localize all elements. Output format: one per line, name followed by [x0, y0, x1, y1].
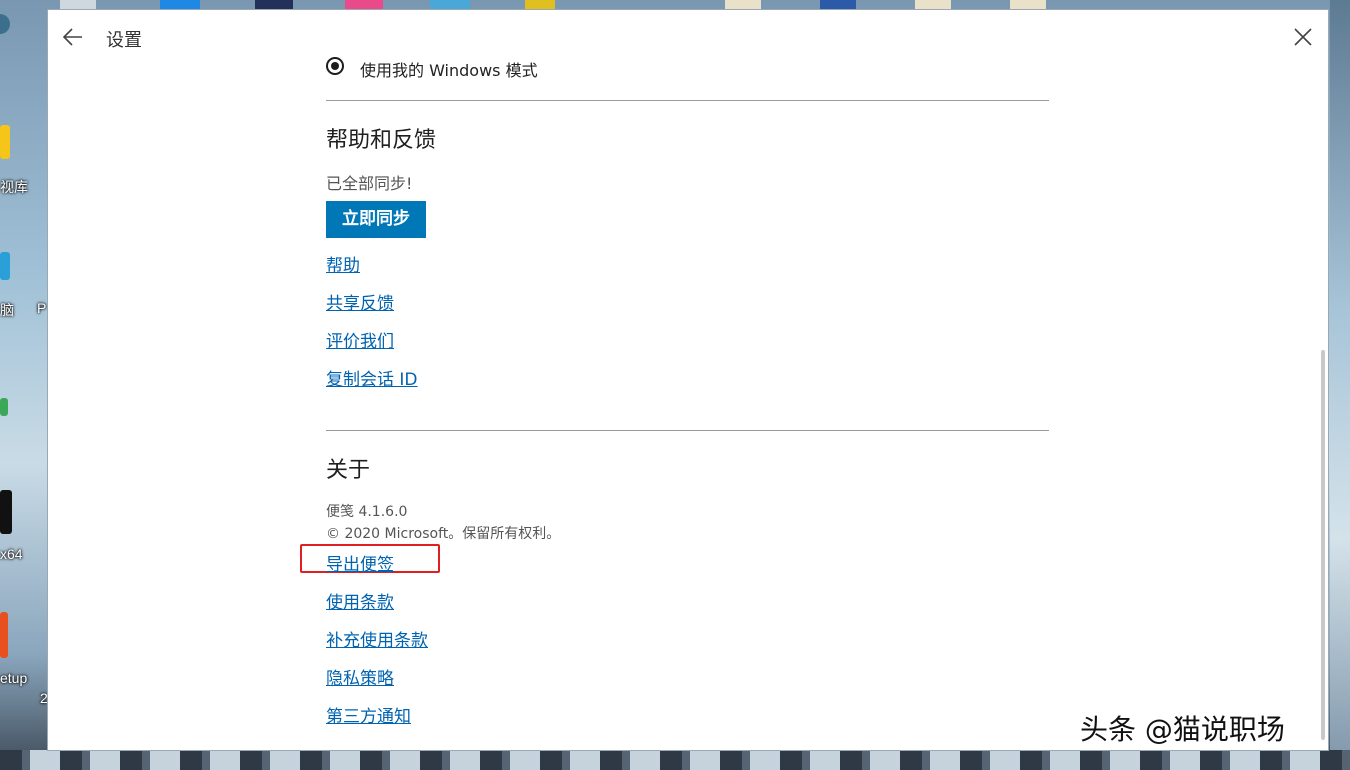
title-bar: 设置: [48, 10, 1328, 62]
scrollbar[interactable]: [1321, 350, 1325, 740]
desktop-icon-label: 视库: [0, 179, 28, 195]
settings-window: 设置 使用我的 Windows 模式 帮助和反馈 已全部同步! 立即同步 帮助 …: [48, 10, 1328, 750]
desktop-icon-label: P: [37, 300, 47, 316]
desktop-icon-label: 2: [40, 690, 48, 706]
supplemental-terms-link[interactable]: 补充使用条款: [326, 626, 428, 651]
app-icon[interactable]: [0, 398, 8, 416]
sync-now-button[interactable]: 立即同步: [326, 201, 426, 238]
close-icon: [1294, 28, 1312, 46]
help-section-title: 帮助和反馈: [326, 128, 437, 153]
terms-of-use-link[interactable]: 使用条款: [326, 588, 394, 613]
about-section-title: 关于: [326, 458, 371, 483]
back-arrow-icon: [62, 28, 82, 46]
close-button[interactable]: [1290, 24, 1316, 50]
sync-status: 已全部同步!: [326, 174, 413, 193]
help-link[interactable]: 帮助: [326, 251, 360, 276]
section-divider: [326, 430, 1049, 431]
watermark: 头条 @猫说职场: [1080, 713, 1285, 746]
desktop-background-bottom: [0, 750, 1350, 770]
export-notes-link[interactable]: 导出便签: [326, 550, 394, 575]
desktop-icon-label: etup: [0, 670, 28, 686]
section-divider: [326, 100, 1049, 101]
theme-option-label: 使用我的 Windows 模式: [360, 61, 538, 80]
copyright-text: © 2020 Microsoft。保留所有权利。: [326, 526, 561, 542]
rate-us-link[interactable]: 评价我们: [326, 327, 394, 352]
app-icon[interactable]: [0, 612, 8, 658]
copy-session-id-link[interactable]: 复制会话 ID: [326, 365, 418, 390]
desktop-icon-label: 脑: [0, 302, 14, 318]
share-feedback-link[interactable]: 共享反馈: [326, 289, 394, 314]
computer-icon[interactable]: [0, 252, 10, 280]
version-text: 便笺 4.1.6.0: [326, 504, 408, 520]
window-title: 设置: [106, 30, 142, 51]
folder-icon[interactable]: [0, 125, 10, 159]
app-icon[interactable]: [0, 490, 12, 534]
desktop-background-right: [1330, 0, 1350, 770]
privacy-policy-link[interactable]: 隐私策略: [326, 664, 394, 689]
third-party-notices-link[interactable]: 第三方通知: [326, 702, 411, 727]
desktop-icon-label: x64: [0, 546, 23, 562]
back-button[interactable]: [60, 24, 86, 50]
radio-selected-icon[interactable]: [326, 57, 344, 75]
